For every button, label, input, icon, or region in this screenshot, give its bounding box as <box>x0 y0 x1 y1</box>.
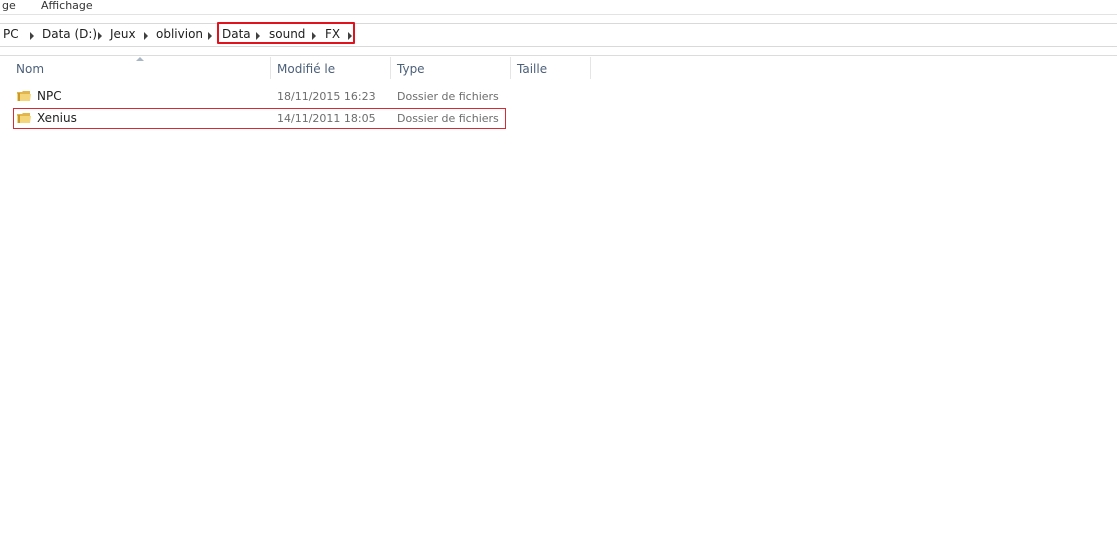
file-name: NPC <box>37 89 62 103</box>
column-divider[interactable] <box>590 57 591 79</box>
breadcrumb-pc[interactable]: PC <box>3 27 19 41</box>
breadcrumb-jeux[interactable]: Jeux <box>110 27 136 41</box>
chevron-right-icon[interactable] <box>208 32 212 40</box>
breadcrumb-highlight-box <box>217 22 355 44</box>
address-bar[interactable]: PC Data (D:) Jeux oblivion Data sound FX <box>0 23 1117 47</box>
column-header-size-label: Taille <box>517 62 548 76</box>
chevron-right-icon[interactable] <box>144 32 148 40</box>
separator <box>0 55 1117 56</box>
file-modified: 18/11/2015 16:23 <box>277 90 376 103</box>
column-header-name[interactable]: Nom <box>10 58 270 80</box>
ribbon-tab-partage[interactable]: ge <box>2 0 16 12</box>
chevron-right-icon[interactable] <box>98 32 102 40</box>
column-header-modified[interactable]: Modifié le <box>271 58 390 80</box>
chevron-right-icon[interactable] <box>30 32 34 40</box>
file-type: Dossier de fichiers <box>397 90 499 103</box>
column-header-size[interactable]: Taille <box>511 58 590 80</box>
column-header-type[interactable]: Type <box>391 58 510 80</box>
row-highlight-box <box>13 108 506 129</box>
breadcrumb-oblivion[interactable]: oblivion <box>156 27 203 41</box>
column-header-modified-label: Modifié le <box>277 62 336 76</box>
column-header-type-label: Type <box>397 62 425 76</box>
file-row[interactable]: NPC 18/11/2015 16:23 Dossier de fichiers <box>14 87 504 107</box>
ribbon-menu: ge Affichage <box>0 0 1117 15</box>
column-header-name-label: Nom <box>16 62 45 76</box>
breadcrumb-data-drive[interactable]: Data (D:) <box>42 27 97 41</box>
folder-icon <box>17 91 31 101</box>
ribbon-tab-affichage[interactable]: Affichage <box>41 0 93 12</box>
